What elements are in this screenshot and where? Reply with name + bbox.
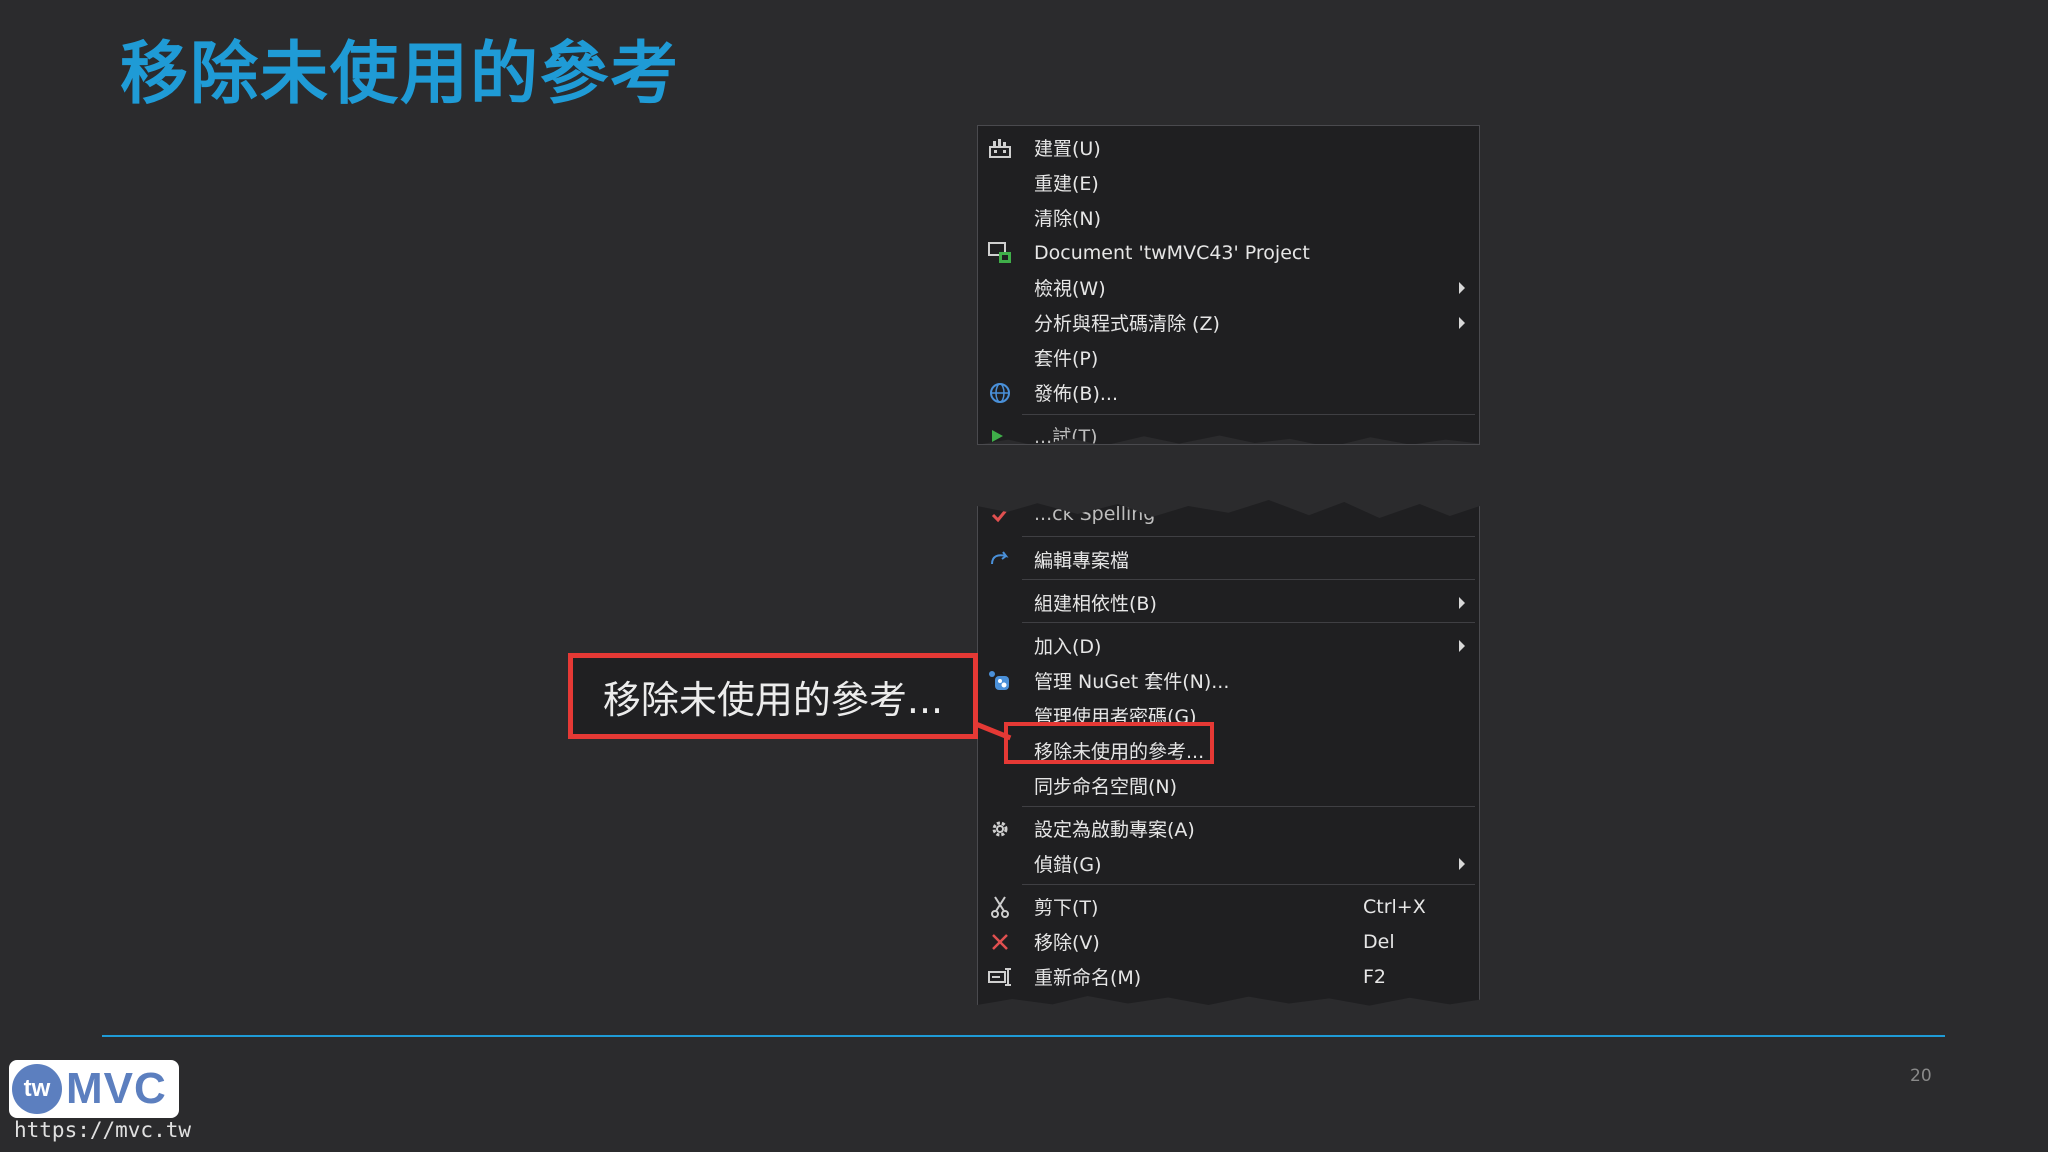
menu-item-label: 剪下(T)	[1034, 897, 1099, 919]
context-menu: 建置(U) 重建(E) 清除(N) Document 'twMVC43' Pro…	[977, 125, 1480, 1017]
menu-item-label: 發佈(B)...	[1034, 383, 1118, 405]
rename-icon	[986, 963, 1014, 991]
menu-separator	[1022, 579, 1475, 580]
footer-divider	[102, 1035, 1945, 1037]
menu-separator	[1022, 622, 1475, 623]
menu-item-shortcut: Ctrl+X	[1363, 895, 1426, 918]
document-project-icon	[986, 239, 1014, 267]
menu-item-label: 移除(V)	[1034, 932, 1100, 954]
menu-item-clean[interactable]: 清除(N)	[978, 200, 1479, 235]
submenu-arrow-icon	[1459, 317, 1465, 329]
site-url: https://mvc.tw	[14, 1118, 192, 1142]
page-number: 20	[1910, 1066, 1932, 1086]
menu-item-sync-namespaces[interactable]: 同步命名空間(N)	[978, 768, 1479, 803]
build-icon	[986, 134, 1014, 162]
menu-item-label: 加入(D)	[1034, 636, 1102, 658]
menu-separator	[1022, 884, 1475, 885]
globe-publish-icon	[986, 379, 1014, 407]
menu-item-edit-project-file[interactable]: 編輯專案檔	[978, 542, 1479, 577]
submenu-arrow-icon	[1459, 597, 1465, 609]
menu-item-label: 編輯專案檔	[1034, 550, 1130, 572]
menu-item-document-project[interactable]: Document 'twMVC43' Project	[978, 235, 1479, 270]
menu-item-add[interactable]: 加入(D)	[978, 628, 1479, 663]
menu-item-label: 分析與程式碼清除 (Z)	[1034, 313, 1220, 335]
menu-item-label: 同步命名空間(N)	[1034, 776, 1178, 798]
menu-item-build[interactable]: 建置(U)	[978, 130, 1479, 165]
submenu-arrow-icon	[1459, 282, 1465, 294]
scissors-icon	[986, 893, 1014, 921]
menu-item-rename[interactable]: 重新命名(M) F2	[978, 959, 1479, 994]
context-menu-top-section: 建置(U) 重建(E) 清除(N) Document 'twMVC43' Pro…	[977, 125, 1480, 445]
menu-item-set-startup-project[interactable]: 設定為啟動專案(A)	[978, 811, 1479, 846]
menu-item-remove[interactable]: 移除(V) Del	[978, 924, 1479, 959]
menu-item-cut[interactable]: 剪下(T) Ctrl+X	[978, 889, 1479, 924]
menu-item-label: 檢視(W)	[1034, 278, 1106, 300]
menu-item-label: 清除(N)	[1034, 208, 1102, 230]
menu-item-debug[interactable]: 偵錯(G)	[978, 846, 1479, 881]
gear-icon	[986, 815, 1014, 843]
menu-item-label: 建置(U)	[1034, 138, 1101, 160]
menu-item-label: 組建相依性(B)	[1034, 593, 1157, 615]
menu-separator	[1022, 806, 1475, 807]
callout-text: 移除未使用的參考...	[602, 677, 944, 722]
edit-project-file-icon	[986, 546, 1014, 574]
menu-item-shortcut: Del	[1363, 930, 1395, 953]
menu-item-packages[interactable]: 套件(P)	[978, 340, 1479, 375]
menu-item-build-dependencies[interactable]: 組建相依性(B)	[978, 585, 1479, 620]
menu-item-label: 管理 NuGet 套件(N)...	[1034, 671, 1230, 693]
menu-item-publish[interactable]: 發佈(B)...	[978, 375, 1479, 410]
submenu-arrow-icon	[1459, 640, 1465, 652]
delete-x-icon	[986, 928, 1014, 956]
slide-title: 移除未使用的參考	[120, 35, 681, 114]
menu-item-shortcut: F2	[1363, 965, 1387, 988]
menu-item-rebuild[interactable]: 重建(E)	[978, 165, 1479, 200]
logo-mvc-text: MVC	[66, 1064, 167, 1113]
menu-item-label: 重建(E)	[1034, 173, 1099, 195]
nuget-icon	[986, 667, 1014, 695]
highlight-box	[1004, 722, 1214, 764]
menu-item-view[interactable]: 檢視(W)	[978, 270, 1479, 305]
menu-separator	[1022, 414, 1475, 415]
menu-item-label: 套件(P)	[1034, 348, 1099, 370]
menu-item-label: Document 'twMVC43' Project	[1034, 241, 1310, 264]
menu-item-analyze-cleanup[interactable]: 分析與程式碼清除 (Z)	[978, 305, 1479, 340]
menu-item-label: 偵錯(G)	[1034, 854, 1102, 876]
submenu-arrow-icon	[1459, 858, 1465, 870]
menu-separator	[1022, 536, 1475, 537]
twmvc-logo: tw MVC	[9, 1060, 179, 1118]
logo-tw-badge: tw	[12, 1064, 62, 1114]
callout-zoom-label: 移除未使用的參考...	[568, 653, 978, 739]
menu-item-label: 重新命名(M)	[1034, 967, 1142, 989]
menu-item-label: 設定為啟動專案(A)	[1034, 819, 1195, 841]
menu-item-manage-nuget[interactable]: 管理 NuGet 套件(N)...	[978, 663, 1479, 698]
